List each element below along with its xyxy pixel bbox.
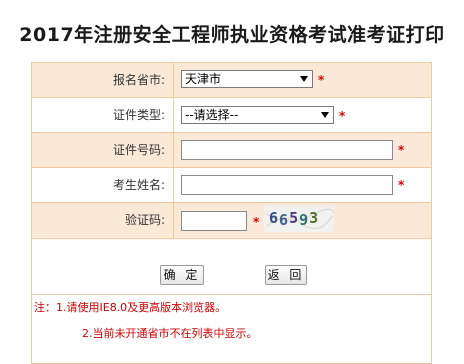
svg-text:66593: 66593 [269, 209, 319, 229]
captcha-image[interactable]: 66593 [264, 206, 334, 232]
name-label: 考生姓名: [32, 168, 174, 202]
chevron-down-icon [300, 76, 308, 82]
captcha-label: 验证码: [32, 203, 174, 238]
admission-ticket-form: 报名省市: 天津市 * 证件类型: --请选择-- * 证件号码: * 考生姓名… [31, 62, 432, 364]
required-mark: * [398, 178, 405, 192]
page-title: 2017年注册安全工程师执业资格考试准考证打印 [19, 24, 445, 46]
note-provinces: 2.当前未开通省市不在列表中显示。 [82, 327, 258, 340]
province-row: 报名省市: 天津市 * [32, 63, 431, 98]
id-type-select[interactable]: --请选择-- [181, 106, 334, 124]
confirm-button[interactable]: 确 定 [160, 265, 204, 285]
notes-section: 注：1.请使用IE8.0及更高版本浏览器。 2.当前未开通省市不在列表中显示。 [32, 295, 431, 363]
id-number-row: 证件号码: * [32, 133, 431, 168]
province-select-value: 天津市 [185, 72, 222, 86]
id-number-label: 证件号码: [32, 133, 174, 167]
required-mark: * [398, 143, 405, 157]
id-number-input[interactable] [181, 140, 393, 160]
id-type-row: 证件类型: --请选择-- * [32, 98, 431, 133]
required-mark: * [253, 215, 260, 229]
province-label: 报名省市: [32, 63, 174, 97]
captcha-row: 验证码: * 66593 [32, 203, 431, 239]
captcha-input[interactable] [181, 211, 247, 231]
name-input[interactable] [181, 175, 393, 195]
button-row: 确 定 返 回 [32, 239, 431, 295]
note-browser: 注：1.请使用IE8.0及更高版本浏览器。 [34, 301, 227, 314]
id-type-label: 证件类型: [32, 98, 174, 132]
required-mark: * [339, 109, 346, 123]
province-select[interactable]: 天津市 [181, 70, 313, 88]
chevron-down-icon [321, 112, 329, 118]
back-button[interactable]: 返 回 [265, 265, 307, 285]
required-mark: * [318, 73, 325, 87]
id-type-select-value: --请选择-- [185, 108, 239, 122]
name-row: 考生姓名: * [32, 168, 431, 203]
